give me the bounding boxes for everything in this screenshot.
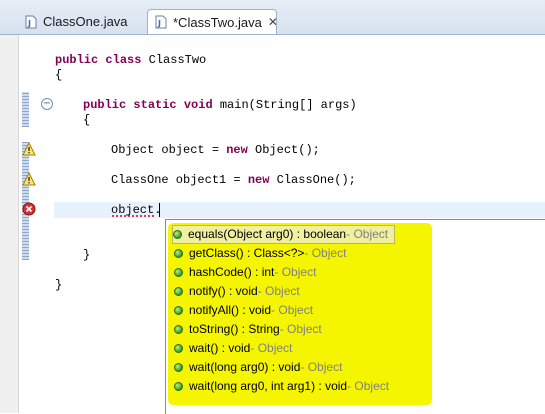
svg-text:J: J [27,19,31,28]
code-line: public static void main(String[] args) [83,97,357,113]
warning-icon[interactable] [22,141,36,156]
editor-tab-bar: J ClassOne.java J *ClassTwo.java ✕ [0,0,545,35]
proposal-notifyall[interactable]: notifyAll() : void - Object [174,301,313,320]
proposal-signature: wait(long arg0, int arg1) : void [189,379,348,393]
code-text: { [55,68,63,82]
proposal-signature: wait() : void [189,341,251,355]
code-text: } [55,278,63,292]
svg-text:J: J [157,19,161,28]
proposal-hashcode[interactable]: hashCode() : int - Object [174,263,316,282]
code-line: { [55,67,62,83]
java-file-icon: J [24,15,38,29]
code-text: Object(); [247,143,320,157]
proposal-declaring-type: - Object [257,284,300,298]
text-caret [159,203,160,217]
code-line: ClassOne object1 = new ClassOne(); [111,172,356,188]
public-method-icon [174,363,183,372]
error-underline [111,215,155,217]
close-icon[interactable]: ✕ [268,15,278,29]
public-method-icon [173,230,182,239]
java-file-icon: J [154,15,168,29]
proposal-getclass[interactable]: getClass() : Class<?> - Object [174,244,346,263]
proposal-declaring-type: - Object [300,360,343,374]
warning-icon[interactable] [22,171,36,186]
proposal-declaring-type: - Object [347,379,390,393]
code-keyword: public [55,53,99,67]
public-method-icon [174,344,183,353]
code-keyword: public [83,98,127,112]
proposal-signature: hashCode() : int [189,265,275,279]
proposal-declaring-type: - Object [250,341,293,355]
code-text: main(String[] args) [212,98,357,112]
code-text: { [83,113,91,127]
change-indicator [22,142,29,260]
code-editor[interactable]: public class ClassTwo { public static vo… [55,0,357,292]
proposal-signature: toString() : String [189,322,280,336]
code-text: ClassTwo [141,53,207,67]
code-keyword: new [226,143,248,157]
proposal-wait[interactable]: wait() : void - Object [174,339,292,358]
code-line: } [55,277,62,293]
proposal-signature: notify() : void [189,284,258,298]
code-keyword: void [183,98,213,112]
error-icon[interactable] [22,202,36,216]
proposal-tostring[interactable]: toString() : String - Object [174,320,322,339]
proposal-declaring-type: - Object [304,246,347,260]
editor-gutter [0,35,19,413]
public-method-icon [174,268,183,277]
proposal-declaring-type: - Object [279,322,322,336]
code-line: } [83,247,90,263]
tab-classtwo-java[interactable]: J *ClassTwo.java ✕ [147,9,278,34]
code-line: { [83,112,90,128]
public-method-icon [174,382,183,391]
proposal-declaring-type: - Object [274,265,317,279]
proposal-signature: getClass() : Class<?> [189,246,305,260]
proposal-declaring-type: - Object [271,303,314,317]
proposal-signature: wait(long arg0) : void [189,360,301,374]
proposal-declaring-type: - Object [346,227,389,241]
proposal-signature: notifyAll() : void [189,303,272,317]
tab-label: *ClassTwo.java [173,14,262,30]
proposal-signature: equals(Object arg0) : boolean [188,227,347,241]
proposal-wait-long-int[interactable]: wait(long arg0, int arg1) : void - Objec… [174,377,389,396]
code-line: Object object = new Object(); [111,142,320,158]
code-text: ClassOne(); [269,173,356,187]
proposal-notify[interactable]: notify() : void - Object [174,282,300,301]
code-keyword: class [105,53,142,67]
code-line: public class ClassTwo [55,52,206,68]
proposal-wait-long[interactable]: wait(long arg0) : void - Object [174,358,342,377]
code-keyword: static [133,98,177,112]
code-keyword: new [247,173,270,187]
proposal-equals[interactable]: equals(Object arg0) : boolean - Object [172,225,396,244]
change-indicator [22,92,29,127]
public-method-icon [174,287,183,296]
public-method-icon [174,306,183,315]
code-text: } [83,248,91,262]
collapse-icon[interactable]: − [41,98,53,110]
code-text: ClassOne object1 = [111,173,248,187]
public-method-icon [174,249,183,258]
code-text: Object object = [111,143,227,157]
tab-classone-java[interactable]: J ClassOne.java [18,9,144,34]
public-method-icon [174,325,183,334]
